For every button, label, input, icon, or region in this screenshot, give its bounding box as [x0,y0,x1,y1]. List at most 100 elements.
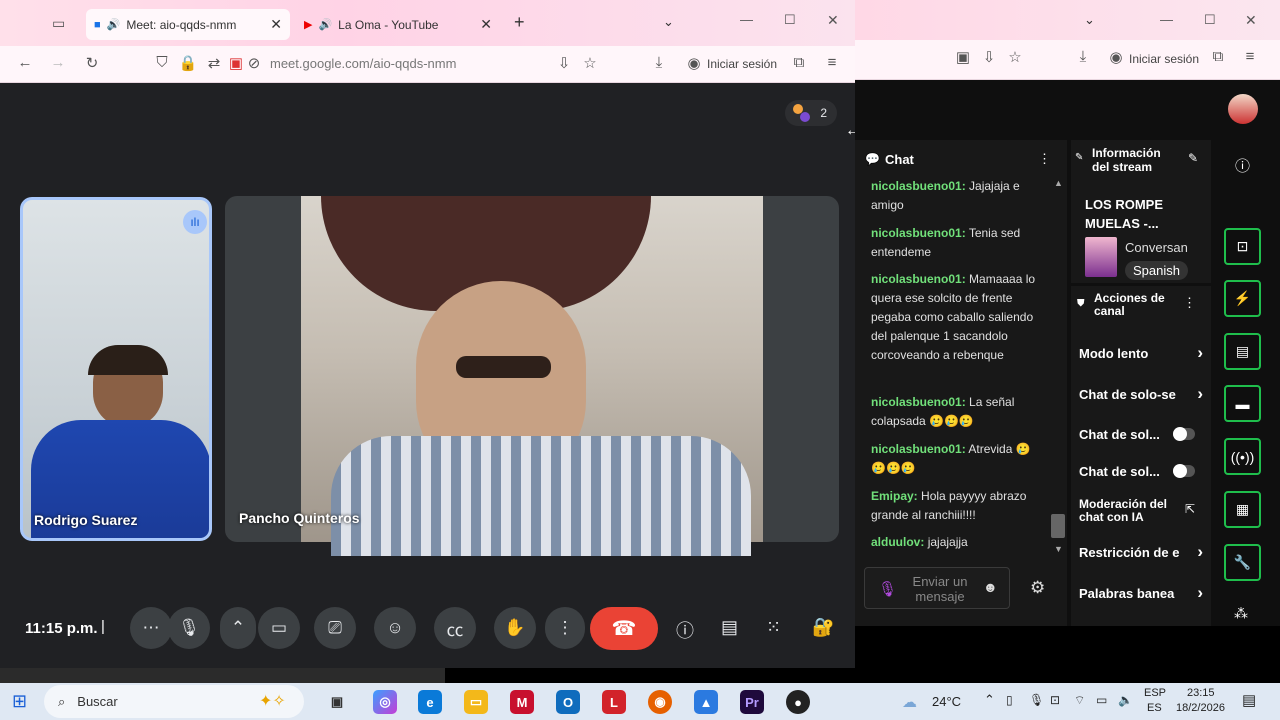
app-l-icon[interactable]: L [602,690,626,714]
action-slow-mode[interactable]: Modo lento › [1079,343,1203,362]
edit-pencil-icon[interactable]: ✎ [1188,151,1198,165]
signin-button[interactable]: Iniciar sesión [707,57,777,71]
tab-list-icon[interactable]: ▭ [52,15,65,32]
windows-start-icon[interactable]: ⊞ [12,691,27,712]
action-ai-moderation[interactable]: Moderación del chat con IA [1079,498,1179,524]
battery-icon[interactable]: ▭ [1096,693,1107,707]
chat-scrollbar[interactable] [1051,514,1065,538]
tray-expand-icon[interactable]: ⌃ [984,692,995,708]
close-window-icon[interactable]: ✕ [827,12,839,29]
premiere-icon[interactable]: Pr [740,690,764,714]
quick-actions-button[interactable]: ⚡ [1224,280,1261,317]
close-tab-icon[interactable]: ✕ [270,16,282,33]
obs-icon[interactable]: ● [786,690,810,714]
camera-button[interactable]: ▭ [258,607,300,649]
participant-tile[interactable]: ılı Rodrigo Suarez [20,197,212,541]
close-window-icon[interactable]: ✕ [1245,12,1257,29]
chat-icon[interactable]: ▤ [721,617,738,638]
mic-blocked-icon[interactable]: ⊘ [244,54,264,72]
weather-temp[interactable]: 24°C [932,694,961,709]
more-icon[interactable]: ⁂ [1234,605,1248,622]
tab-youtube[interactable]: ▶ 🔊 La Oma - YouTube ✕ [296,9,500,40]
scroll-down-icon[interactable]: ▼ [1054,544,1063,554]
taskbar-search[interactable]: ⌕ Buscar ✦✧ [44,685,304,718]
chat-username[interactable]: nicolasbueno01: [871,226,966,240]
avatar[interactable] [1228,94,1258,124]
notes-button[interactable]: ▤ [1224,333,1261,370]
save-page-icon[interactable]: ⇩ [554,54,574,72]
file-explorer-icon[interactable]: ▭ [464,690,488,714]
chat-menu-icon[interactable]: ⋮ [1038,151,1051,167]
extensions-icon[interactable]: ⧉ [1208,48,1228,65]
wifi-icon[interactable]: ⌔ [1074,693,1085,708]
menu-icon[interactable]: ≡ [822,54,842,71]
chat-toggle-button[interactable]: ▬ [1224,385,1261,422]
clock-time[interactable]: 23:15 [1187,687,1215,699]
close-tab-icon[interactable]: ✕ [480,16,492,33]
task-view-icon[interactable]: ▣ [325,690,349,714]
host-controls-icon[interactable]: 🔐 [812,617,834,638]
present-button[interactable]: ⎚ [314,607,356,649]
chat-username[interactable]: nicolasbueno01: [871,442,966,456]
capture-button[interactable]: ⊡ [1224,228,1261,265]
minimize-icon[interactable]: — [1160,12,1173,27]
mic-icon[interactable]: 🎙 [878,580,897,598]
clock-date[interactable]: 18/2/2026 [1176,702,1225,714]
minimize-icon[interactable]: — [740,12,753,27]
keyboard-layout[interactable]: ES [1147,702,1162,714]
scroll-up-icon[interactable]: ▲ [1054,178,1063,188]
menu-icon[interactable]: ≡ [1240,48,1260,65]
more-actions-button[interactable]: ⋯ [130,607,172,649]
reload-icon[interactable]: ↻ [82,54,102,72]
activities-icon[interactable]: ⁙ [766,617,781,638]
chat-username[interactable]: Emipay: [871,489,918,503]
info-icon[interactable]: ⓘ [676,617,694,643]
chat-username[interactable]: nicolasbueno01: [871,395,966,409]
bookmark-star-icon[interactable]: ☆ [580,54,600,72]
mic-options-button[interactable]: ⌃ [220,607,256,649]
photos-icon[interactable]: ▲ [694,690,718,714]
tray-network-icon[interactable]: ⊡ [1050,693,1060,707]
edge-icon[interactable]: e [418,690,442,714]
outlook-icon[interactable]: O [556,690,580,714]
captions-button[interactable]: ㏄ [434,607,476,649]
chat-username[interactable]: nicolasbueno01: [871,272,966,286]
actions-menu-icon[interactable]: ⋮ [1183,295,1196,311]
tools-button[interactable]: 🔧 [1224,544,1261,581]
maximize-icon[interactable]: ☐ [784,12,796,28]
raise-hand-button[interactable]: ✋ [494,607,536,649]
downloads-icon[interactable]: ⤓ [1073,48,1093,65]
lock-icon[interactable]: 🔒 [178,54,198,72]
downloads-icon[interactable]: ⤓ [649,54,669,71]
new-tab-icon[interactable]: + [514,12,525,33]
save-page-icon[interactable]: ⇩ [979,48,999,66]
copilot-icon[interactable]: ◎ [373,690,397,714]
camera-icon[interactable]: ▣ [226,54,246,72]
input-language[interactable]: ESP [1144,687,1166,699]
tab-dropdown-icon[interactable]: ⌄ [1084,12,1095,28]
participants-button[interactable]: 2 [785,100,837,126]
tab-dropdown-icon[interactable]: ⌄ [663,14,674,30]
signin-button[interactable]: Iniciar sesión [1129,52,1199,66]
notifications-icon[interactable]: ▤ [1242,691,1256,709]
broadcast-button[interactable]: ((•)) [1224,438,1261,475]
forward-icon[interactable]: → [48,54,68,71]
camera-permission-icon[interactable]: ▣ [953,48,973,66]
mcafee-icon[interactable]: M [510,690,534,714]
action-banned-words[interactable]: Palabras banea › [1079,586,1203,601]
extensions-icon[interactable]: ⧉ [789,54,809,71]
action-restriction[interactable]: Restricción de e › [1079,545,1203,560]
emoji-icon[interactable]: ☻ [983,579,998,595]
action-subscribers-chat[interactable]: Chat de sol... [1079,427,1203,442]
bookmark-star-icon[interactable]: ☆ [1005,48,1025,66]
tab-meet[interactable]: ■ 🔊 Meet: aio-qqds-nmm ✕ [86,9,290,40]
chat-username[interactable]: alduulov: [871,535,924,549]
toggle-switch[interactable] [1173,427,1195,441]
leave-call-button[interactable]: ☎ [590,607,658,650]
back-icon[interactable]: ← [15,54,35,71]
action-members-chat[interactable]: Chat de sol... [1079,464,1203,479]
shield-icon[interactable]: ⛉ [152,54,172,71]
external-link-icon[interactable]: ⇱ [1185,502,1195,516]
chat-username[interactable]: nicolasbueno01: [871,179,966,193]
layout-button[interactable]: ▦ [1224,491,1261,528]
